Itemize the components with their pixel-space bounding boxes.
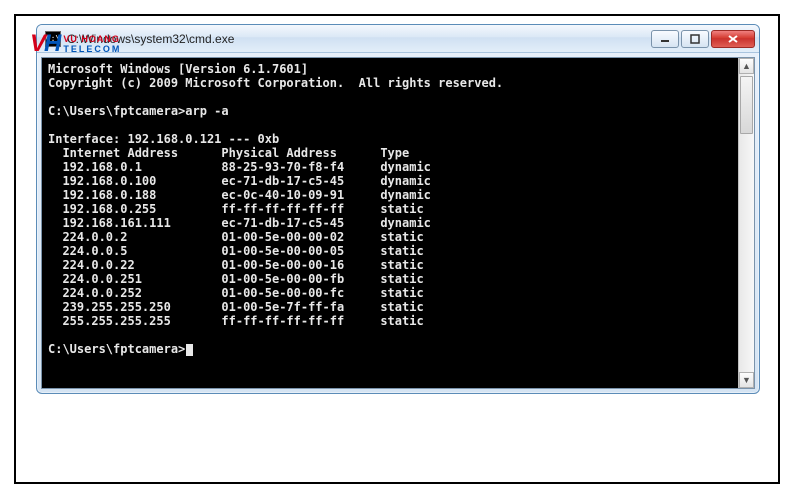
console-line: 192.168.0.1 88-25-93-70-f8-f4 dynamic bbox=[48, 160, 732, 174]
scroll-thumb[interactable] bbox=[740, 76, 753, 134]
console-line: Microsoft Windows [Version 6.1.7601] bbox=[48, 62, 732, 76]
titlebar[interactable]: C:\ C:\Windows\system32\cmd.exe bbox=[37, 25, 759, 53]
console-line: C:\Users\fptcamera>arp -a bbox=[48, 104, 732, 118]
minimize-button[interactable] bbox=[651, 30, 679, 48]
console-line: Copyright (c) 2009 Microsoft Corporation… bbox=[48, 76, 732, 90]
watermark-logo: VH VU HOANG TELECOM bbox=[30, 30, 121, 58]
console-client-area: Microsoft Windows [Version 6.1.7601]Copy… bbox=[41, 57, 755, 389]
console-line bbox=[48, 328, 732, 342]
close-button[interactable] bbox=[711, 30, 755, 48]
logo-text: VU HOANG TELECOM bbox=[63, 34, 121, 54]
vertical-scrollbar[interactable]: ▲ ▼ bbox=[738, 58, 754, 388]
window-title: C:\Windows\system32\cmd.exe bbox=[67, 32, 651, 46]
window-controls bbox=[651, 30, 755, 48]
cmd-window: C:\ C:\Windows\system32\cmd.exe Microsof… bbox=[36, 24, 760, 394]
console-line bbox=[48, 90, 732, 104]
console-line: 239.255.255.250 01-00-5e-7f-ff-fa static bbox=[48, 300, 732, 314]
console-line: 224.0.0.5 01-00-5e-00-00-05 static bbox=[48, 244, 732, 258]
console-prompt[interactable]: C:\Users\fptcamera> bbox=[48, 342, 732, 356]
maximize-button[interactable] bbox=[681, 30, 709, 48]
page-frame: VH VU HOANG TELECOM C:\ C:\Windows\syste… bbox=[14, 14, 780, 484]
maximize-icon bbox=[690, 34, 700, 44]
console-line: 224.0.0.251 01-00-5e-00-00-fb static bbox=[48, 272, 732, 286]
scroll-down-button[interactable]: ▼ bbox=[739, 372, 754, 388]
console-line: 224.0.0.22 01-00-5e-00-00-16 static bbox=[48, 258, 732, 272]
console-line: Interface: 192.168.0.121 --- 0xb bbox=[48, 132, 732, 146]
text-cursor bbox=[186, 344, 193, 356]
scroll-up-button[interactable]: ▲ bbox=[739, 58, 754, 74]
console-line: 192.168.0.188 ec-0c-40-10-09-91 dynamic bbox=[48, 188, 732, 202]
console-line: 224.0.0.252 01-00-5e-00-00-fc static bbox=[48, 286, 732, 300]
logo-mark: VH bbox=[30, 30, 59, 58]
console-output[interactable]: Microsoft Windows [Version 6.1.7601]Copy… bbox=[42, 58, 738, 388]
console-line bbox=[48, 118, 732, 132]
scroll-track[interactable] bbox=[739, 74, 754, 372]
console-line: 255.255.255.255 ff-ff-ff-ff-ff-ff static bbox=[48, 314, 732, 328]
console-line: 192.168.161.111 ec-71-db-17-c5-45 dynami… bbox=[48, 216, 732, 230]
console-line: Internet Address Physical Address Type bbox=[48, 146, 732, 160]
console-line: 192.168.0.100 ec-71-db-17-c5-45 dynamic bbox=[48, 174, 732, 188]
close-icon bbox=[727, 34, 739, 44]
minimize-icon bbox=[660, 34, 670, 44]
console-line: 224.0.0.2 01-00-5e-00-00-02 static bbox=[48, 230, 732, 244]
console-line: 192.168.0.255 ff-ff-ff-ff-ff-ff static bbox=[48, 202, 732, 216]
